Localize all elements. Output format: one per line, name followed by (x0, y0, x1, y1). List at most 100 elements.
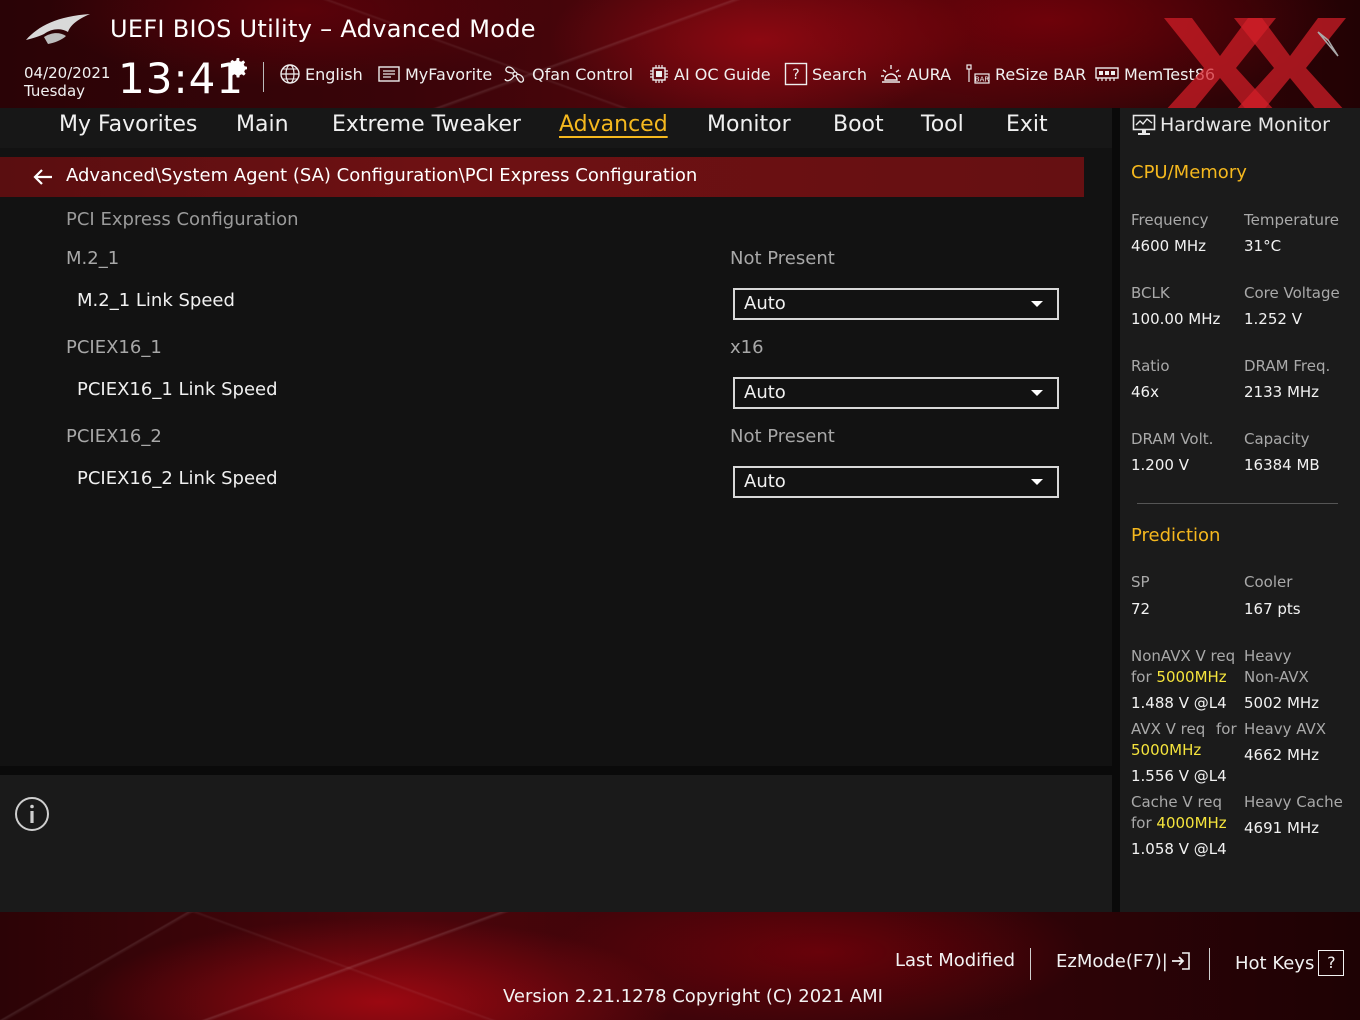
tab-exit[interactable]: Exit (1006, 112, 1048, 137)
pciex16-2-link-speed-label[interactable]: PCIEX16_2 Link Speed (77, 468, 278, 489)
aura-label: AURA (907, 64, 952, 84)
tab-main[interactable]: Main (236, 112, 289, 137)
qfan-control-label: Qfan Control (532, 64, 634, 84)
favorite-list-icon (378, 66, 400, 82)
cache-vreq-value: 1.058 V @L4 (1131, 840, 1227, 858)
brand-watermark (1164, 18, 1346, 112)
m2-1-link-speed-label[interactable]: M.2_1 Link Speed (77, 290, 235, 311)
bclk-value: 100.00 MHz (1131, 310, 1221, 328)
chevron-down-icon (1031, 479, 1043, 485)
avx-target-freq: 5000MHz (1131, 741, 1202, 759)
svg-text:?: ? (792, 67, 799, 83)
last-modified-button[interactable]: Last Modified (895, 950, 1015, 971)
avx-vreq-label: AVX V req (1131, 720, 1206, 738)
tab-boot[interactable]: Boot (833, 112, 884, 137)
ezmode-label: EzMode(F7)| (1056, 950, 1168, 972)
pciex16-1-status: x16 (730, 337, 764, 358)
heavy-avx-value: 4662 MHz (1244, 746, 1320, 764)
globe-icon (280, 64, 300, 84)
breadcrumb: Advanced\System Agent (SA) Configuration… (0, 157, 1084, 197)
pciex16-2-link-speed-select[interactable]: Auto (733, 466, 1059, 498)
language-label: English (305, 64, 363, 84)
fan-icon (504, 66, 524, 83)
nonavx-vreq-label: NonAVX V req (1131, 647, 1236, 665)
nonavx-for: for (1131, 668, 1152, 686)
breadcrumb-path: Advanced\System Agent (SA) Configuration… (66, 165, 698, 186)
svg-text:BAR: BAR (975, 76, 990, 84)
myfavorite-button[interactable]: MyFavorite (377, 61, 492, 87)
cache-vreq-label: Cache V req (1131, 793, 1223, 811)
header-divider (263, 62, 264, 92)
temperature-label: Temperature (1244, 211, 1340, 229)
main-nav: My Favorites Main Extreme Tweaker Advanc… (0, 108, 1112, 148)
tab-monitor[interactable]: Monitor (707, 112, 791, 137)
pciex16-2-label: PCIEX16_2 (66, 426, 162, 447)
question-mark-icon: ? (1318, 950, 1345, 976)
ai-oc-guide-label: AI OC Guide (674, 64, 771, 84)
heavy-avx-label: Heavy AVX (1244, 720, 1327, 738)
m2-1-status: Not Present (730, 248, 835, 269)
rog-logo-icon (26, 14, 90, 44)
search-button[interactable]: ? Search (784, 61, 867, 87)
m2-1-link-speed-value: Auto (744, 293, 786, 314)
pciex16-1-link-speed-select[interactable]: Auto (733, 377, 1059, 409)
back-arrow-icon[interactable] (32, 167, 54, 187)
ezmode-button[interactable]: EzMode(F7)| (1056, 950, 1192, 972)
gear-icon[interactable] (226, 56, 250, 80)
heavy-cache-value: 4691 MHz (1244, 819, 1320, 837)
hw-divider (1112, 108, 1120, 912)
hardware-monitor-title: Hardware Monitor (1160, 114, 1330, 136)
hot-keys-button[interactable]: Hot Keys ? (1235, 950, 1345, 976)
section-heading: PCI Express Configuration (66, 209, 299, 230)
ai-oc-guide-button[interactable]: AI OC Guide (648, 61, 771, 87)
app-title: UEFI BIOS Utility – Advanced Mode (110, 15, 536, 43)
cooler-value: 167 pts (1244, 600, 1301, 618)
day-display: Tuesday (24, 82, 86, 100)
tab-tool[interactable]: Tool (921, 112, 964, 137)
dram-freq-value: 2133 MHz (1244, 383, 1320, 401)
sp-value: 72 (1131, 600, 1151, 618)
help-search-icon: ? (784, 62, 808, 86)
language-button[interactable]: English (279, 61, 363, 87)
date-display: 04/20/2021 (24, 64, 111, 82)
cache-for: for (1131, 814, 1152, 832)
pciex16-1-label: PCIEX16_1 (66, 337, 162, 358)
resize-bar-button[interactable]: BAR ReSize BAR (965, 61, 1086, 87)
frequency-value: 4600 MHz (1131, 237, 1207, 255)
monitor-icon (1132, 114, 1156, 135)
ratio-value: 46x (1131, 383, 1159, 401)
pciex16-1-link-speed-label[interactable]: PCIEX16_1 Link Speed (77, 379, 278, 400)
cache-target-freq: 4000MHz (1156, 814, 1227, 832)
heavy-nonavx-value: 5002 MHz (1244, 694, 1320, 712)
m2-1-link-speed-select[interactable]: Auto (733, 288, 1059, 320)
tab-advanced[interactable]: Advanced (559, 112, 668, 137)
settings-panel: PCI Express Configuration M.2_1 Not Pres… (0, 197, 1112, 765)
nonavx-vreq-value: 1.488 V @L4 (1131, 694, 1227, 712)
nonavx-for-line: for 5000MHz (1131, 668, 1227, 686)
frequency-label: Frequency (1131, 211, 1209, 229)
info-icon (15, 797, 49, 831)
resize-bar-icon: BAR (966, 64, 990, 84)
aura-button[interactable]: AURA (879, 61, 951, 87)
heavy-nonavx-label-1: Heavy (1244, 647, 1292, 665)
hot-keys-label: Hot Keys (1235, 952, 1315, 974)
footer-divider (1030, 948, 1031, 980)
qfan-control-button[interactable]: Qfan Control (502, 61, 633, 87)
tab-extreme-tweaker[interactable]: Extreme Tweaker (332, 112, 521, 137)
pciex16-2-status: Not Present (730, 426, 835, 447)
cpu-memory-section: CPU/Memory (1131, 162, 1247, 183)
pciex16-2-link-speed-value: Auto (744, 471, 786, 492)
prediction-section: Prediction (1131, 525, 1221, 546)
core-voltage-label: Core Voltage (1244, 284, 1340, 302)
hw-section-divider (1137, 503, 1338, 504)
search-label: Search (812, 64, 867, 84)
temperature-value: 31°C (1244, 237, 1282, 255)
sp-label: SP (1131, 573, 1150, 591)
core-voltage-value: 1.252 V (1244, 310, 1302, 328)
resize-bar-label: ReSize BAR (995, 64, 1087, 84)
chevron-down-icon (1031, 301, 1043, 307)
heavy-nonavx-label-2: Non-AVX (1244, 668, 1309, 686)
dram-volt-value: 1.200 V (1131, 456, 1189, 474)
dram-freq-label: DRAM Freq. (1244, 357, 1331, 375)
tab-my-favorites[interactable]: My Favorites (59, 112, 197, 137)
